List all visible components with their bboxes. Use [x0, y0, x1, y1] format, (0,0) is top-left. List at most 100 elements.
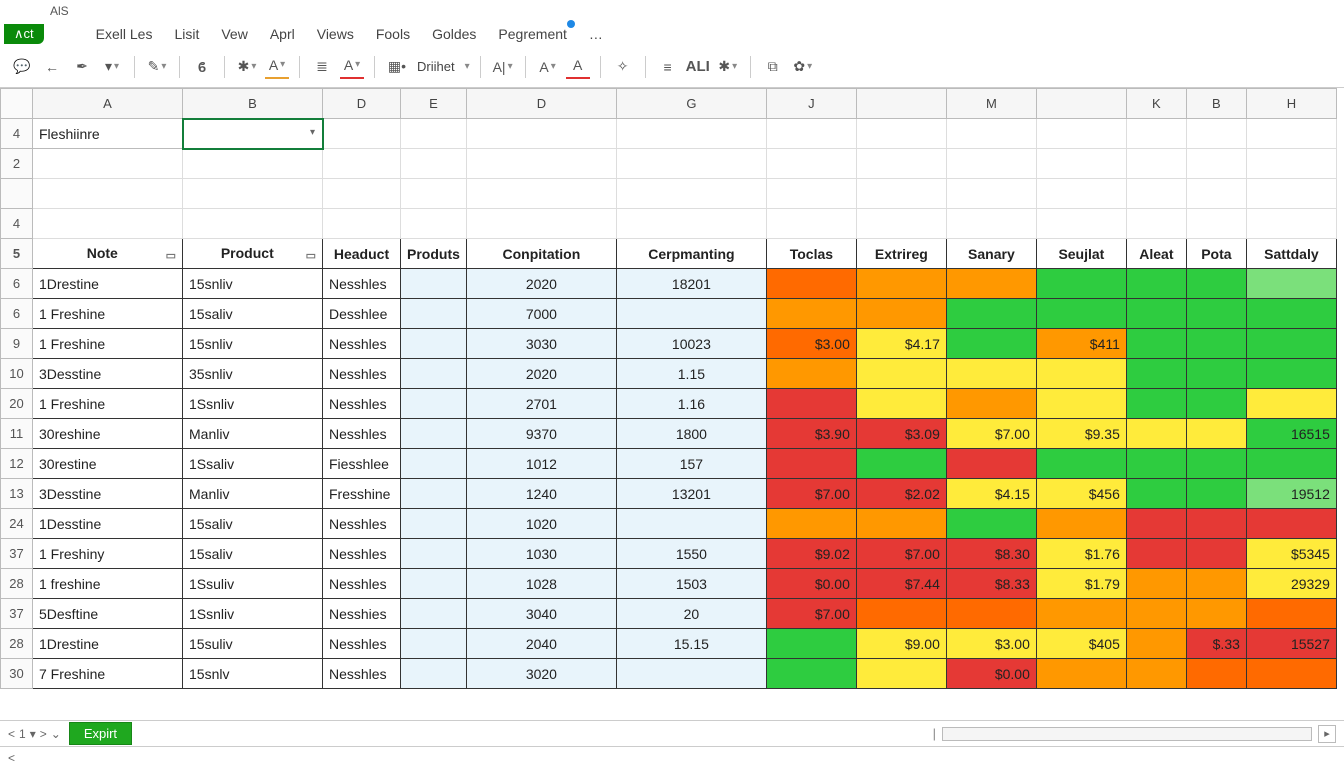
cell[interactable]: [323, 149, 401, 179]
cell[interactable]: [946, 149, 1036, 179]
cell[interactable]: 7000: [466, 299, 616, 329]
cell[interactable]: 35snliv: [183, 359, 323, 389]
cell[interactable]: 1Ssnliv: [183, 599, 323, 629]
cell[interactable]: 20: [616, 599, 766, 629]
cell[interactable]: $7.00: [856, 539, 946, 569]
cell[interactable]: [856, 449, 946, 479]
cell[interactable]: [856, 179, 946, 209]
cell[interactable]: [183, 209, 323, 239]
cell[interactable]: [1126, 329, 1186, 359]
row-header[interactable]: 6: [1, 269, 33, 299]
row-header[interactable]: 5: [1, 239, 33, 269]
name-box[interactable]: Fleshiinre: [33, 119, 183, 149]
table-header[interactable]: Aleat: [1126, 239, 1186, 269]
cell[interactable]: 1 Freshine: [33, 329, 183, 359]
nav-sep[interactable]: >: [40, 727, 47, 741]
cell[interactable]: [323, 209, 401, 239]
cell[interactable]: [1186, 569, 1246, 599]
cell[interactable]: [856, 389, 946, 419]
cell[interactable]: 15saliv: [183, 509, 323, 539]
col-header[interactable]: [856, 89, 946, 119]
cell[interactable]: [856, 509, 946, 539]
cell[interactable]: Nesshles: [323, 269, 401, 299]
table-header[interactable]: Product▭: [183, 239, 323, 269]
cell[interactable]: [1126, 149, 1186, 179]
cell[interactable]: [1126, 119, 1186, 149]
cell[interactable]: [616, 179, 766, 209]
font-a-icon[interactable]: A▾: [536, 55, 560, 79]
col-header[interactable]: D: [323, 89, 401, 119]
table-header[interactable]: Sanary: [946, 239, 1036, 269]
table-header[interactable]: Headuct: [323, 239, 401, 269]
cell[interactable]: [1186, 659, 1246, 689]
cell[interactable]: [1126, 569, 1186, 599]
cell[interactable]: [1186, 119, 1246, 149]
col-header[interactable]: B: [183, 89, 323, 119]
cell[interactable]: [766, 389, 856, 419]
menu-exellles[interactable]: Exell Les: [86, 24, 163, 44]
cell[interactable]: 3030: [466, 329, 616, 359]
font-a-red-icon[interactable]: A: [566, 55, 590, 79]
cell[interactable]: 3020: [466, 659, 616, 689]
cell[interactable]: [1126, 179, 1186, 209]
menu-goldes[interactable]: Goldes: [422, 24, 486, 44]
cell[interactable]: 15527: [1246, 629, 1336, 659]
comment-icon[interactable]: 💬: [10, 55, 34, 79]
cell-dropdown-icon[interactable]: ▾: [306, 126, 320, 140]
cell[interactable]: Nesshles: [323, 539, 401, 569]
cell[interactable]: 1503: [616, 569, 766, 599]
cell[interactable]: [1036, 659, 1126, 689]
alt-label[interactable]: ALI: [686, 55, 710, 79]
cell[interactable]: $1.76: [1036, 539, 1126, 569]
col-header[interactable]: J: [766, 89, 856, 119]
cell[interactable]: [1126, 629, 1186, 659]
cell[interactable]: [1246, 659, 1336, 689]
menu-[interactable]: …: [579, 24, 613, 44]
cell[interactable]: [616, 659, 766, 689]
cell[interactable]: $2.02: [856, 479, 946, 509]
cell[interactable]: 19512: [1246, 479, 1336, 509]
cell[interactable]: 30restine: [33, 449, 183, 479]
cell[interactable]: $9.00: [856, 629, 946, 659]
cell[interactable]: Nesshles: [323, 569, 401, 599]
cell[interactable]: $7.00: [946, 419, 1036, 449]
cell[interactable]: 3040: [466, 599, 616, 629]
cell[interactable]: [401, 119, 467, 149]
cell[interactable]: 1Ssnliv: [183, 389, 323, 419]
clear-format-icon[interactable]: ✎▾: [145, 55, 169, 79]
cell[interactable]: 2701: [466, 389, 616, 419]
cell[interactable]: [946, 359, 1036, 389]
cell[interactable]: $8.33: [946, 569, 1036, 599]
copy-icon[interactable]: ⧉: [761, 55, 785, 79]
col-header[interactable]: E: [401, 89, 467, 119]
cell[interactable]: [401, 569, 467, 599]
cell[interactable]: [946, 599, 1036, 629]
cell[interactable]: [401, 329, 467, 359]
cell[interactable]: 10023: [616, 329, 766, 359]
cell[interactable]: [1246, 179, 1336, 209]
cell[interactable]: $3.00: [766, 329, 856, 359]
cell[interactable]: [766, 659, 856, 689]
cell[interactable]: 2020: [466, 269, 616, 299]
status-chevron[interactable]: <: [8, 751, 15, 765]
row-header[interactable]: 28: [1, 569, 33, 599]
cell[interactable]: [401, 389, 467, 419]
cell[interactable]: 1028: [466, 569, 616, 599]
cell[interactable]: [1186, 449, 1246, 479]
cell[interactable]: [856, 359, 946, 389]
cell[interactable]: [1126, 269, 1186, 299]
col-header[interactable]: H: [1246, 89, 1336, 119]
row-header[interactable]: 11: [1, 419, 33, 449]
list-icon[interactable]: ≣: [310, 55, 334, 79]
cell[interactable]: [401, 539, 467, 569]
table-header[interactable]: Conpitation: [466, 239, 616, 269]
cell[interactable]: [766, 509, 856, 539]
font-a-pipe-icon[interactable]: A|▾: [491, 55, 515, 79]
cell[interactable]: 15suliv: [183, 629, 323, 659]
cell[interactable]: [766, 449, 856, 479]
row-header[interactable]: 20: [1, 389, 33, 419]
cell[interactable]: [616, 149, 766, 179]
spreadsheet-grid[interactable]: ABDEDGJMKBH 4Fleshiinre▾245Note▭Product▭…: [0, 88, 1344, 720]
cell[interactable]: [401, 209, 467, 239]
star-icon[interactable]: ✱▾: [716, 55, 740, 79]
